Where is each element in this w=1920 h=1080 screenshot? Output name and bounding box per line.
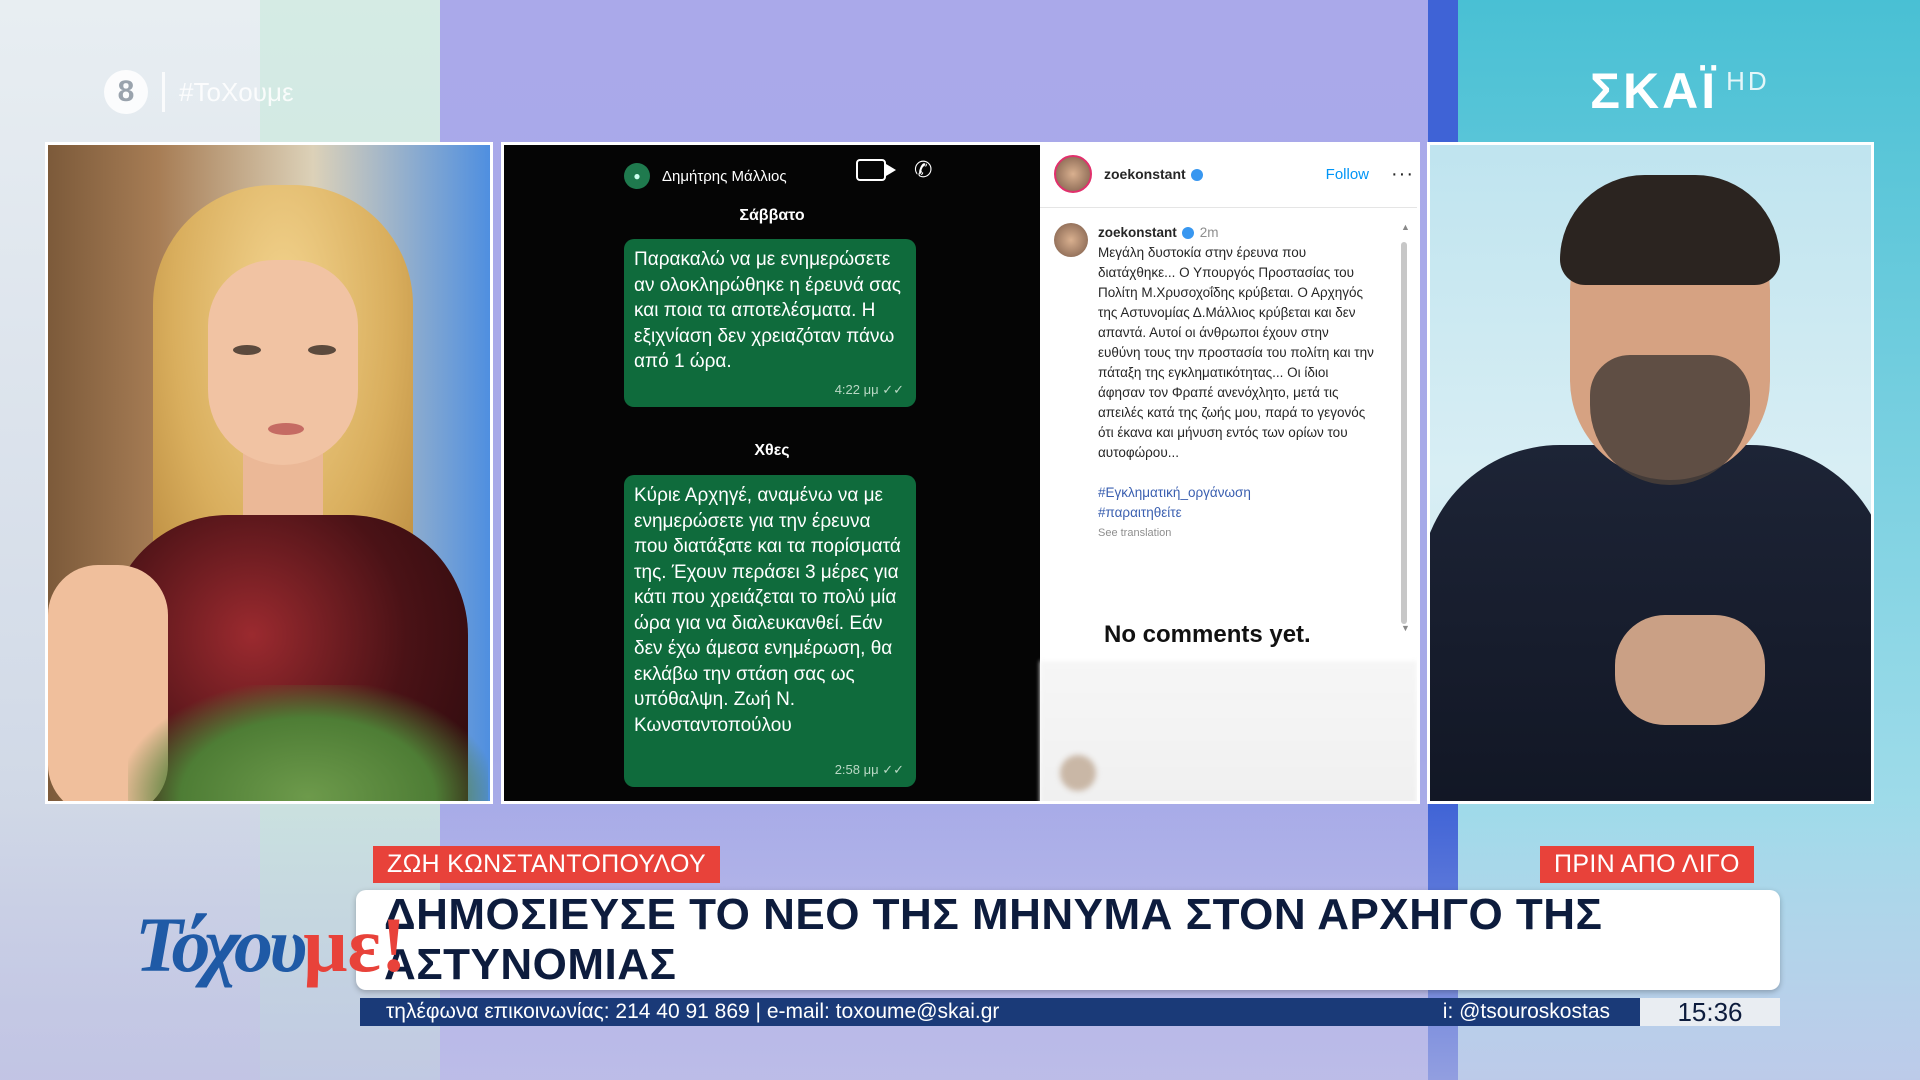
post-header: zoekonstant Follow ···	[1054, 155, 1414, 193]
show-hashtag: #ΤοΧουμε	[179, 76, 294, 107]
info-ticker: τηλέφωνα επικοινωνίας: 214 40 91 869 | e…	[360, 997, 1780, 1027]
studio-plant	[128, 685, 488, 801]
message-bubble: Κύριε Αρχηγέ, αναμένω να με ενημερώσετε …	[624, 475, 916, 787]
video-camera-icon[interactable]	[856, 159, 896, 181]
post-caption-block: zoekonstant 2m Μεγάλη δυστοκία στην έρευν…	[1054, 223, 1374, 543]
caption-text: Μεγάλη δυστοκία στην έρευνα που διατάχθη…	[1098, 245, 1374, 460]
see-translation-link[interactable]: See translation	[1098, 523, 1374, 543]
guest-hand	[1615, 615, 1765, 725]
show-logo: Τόχουμε!	[135, 900, 407, 990]
caption-avatar[interactable]	[1054, 223, 1088, 257]
headline-text: ΔΗΜΟΣΙΕΥΣΕ ΤΟ ΝΕΟ ΤΗΣ ΜΗΝΥΜΑ ΣΤΟΝ ΑΡΧΗΓΟ…	[384, 890, 1603, 989]
hashtag-link[interactable]: #Εγκληματική_οργάνωση	[1098, 483, 1374, 503]
social-handle: i: @tsouroskostas	[1442, 1000, 1610, 1023]
scroll-up-icon[interactable]: ▲	[1401, 223, 1410, 232]
logo-divider	[162, 72, 165, 112]
message-bubble: Παρακαλώ να με ενημερώσετε αν ολοκληρώθη…	[624, 239, 916, 407]
blurred-avatar	[1060, 755, 1096, 791]
network-logo: ΣΚΑΪ HD	[1590, 62, 1770, 120]
presenter-eye-left	[233, 345, 261, 355]
scroll-down-icon[interactable]: ▼	[1401, 624, 1410, 633]
show-logo-main: Τόχου	[135, 901, 307, 988]
scrollbar-thumb[interactable]	[1401, 242, 1407, 624]
contact-avatar-icon: ●	[624, 163, 650, 189]
phone-icon[interactable]: ✆	[914, 159, 936, 181]
message-time: 4:22 μμ ✓✓	[834, 381, 904, 397]
right-video-feed	[1427, 142, 1874, 804]
on-air-clock: 15:36	[1640, 997, 1780, 1027]
message-text: Παρακαλώ να με ενημερώσετε αν ολοκληρώθη…	[634, 249, 901, 372]
caption-body: zoekonstant 2m Μεγάλη δυστοκία στην έρευν…	[1098, 223, 1374, 543]
presenter-lips	[268, 423, 304, 435]
name-tag: ΖΩΗ ΚΩΝΣΤΑΝΤΟΠΟΥΛΟΥ	[373, 846, 720, 883]
guest-hair	[1560, 175, 1780, 285]
follow-button[interactable]: Follow	[1326, 166, 1369, 183]
network-name: ΣΚΑΪ	[1590, 63, 1719, 119]
more-options-icon[interactable]: ···	[1391, 163, 1414, 186]
presenter-eye-right	[308, 345, 336, 355]
show-logo-accent: με!	[303, 901, 407, 988]
blurred-actions-area	[1040, 661, 1417, 801]
message-time: 2:58 μμ ✓✓	[834, 761, 904, 777]
channel-watermark: 8 #ΤοΧουμε	[104, 70, 294, 114]
whatsapp-chat: ● Δημήτρης Μάλλιος ✆ Σάββατο Παρακαλώ να…	[504, 145, 1040, 801]
profile-username[interactable]: zoekonstant	[1104, 166, 1203, 182]
comments-scrollbar[interactable]: ▲ ▼	[1401, 223, 1410, 633]
hashtag-link[interactable]: #παραιτηθείτε	[1098, 503, 1374, 523]
time-tag: ΠΡΙΝ ΑΠΟ ΛΙΓΟ	[1540, 846, 1754, 883]
profile-avatar[interactable]	[1054, 155, 1092, 193]
message-text: Κύριε Αρχηγέ, αναμένω να με ενημερώσετε …	[634, 485, 901, 736]
no-comments-text: No comments yet.	[1104, 621, 1311, 648]
left-video-feed	[45, 142, 493, 804]
verified-badge-icon	[1181, 227, 1194, 240]
chat-header: ● Δημήτρης Μάλλιος	[624, 163, 787, 189]
day-separator: Σάββατο	[739, 207, 805, 224]
headline-bar: ΔΗΜΟΣΙΕΥΣΕ ΤΟ ΝΕΟ ΤΗΣ ΜΗΝΥΜΑ ΣΤΟΝ ΑΡΧΗΓΟ…	[356, 890, 1780, 990]
contact-name: Δημήτρης Μάλλιος	[662, 167, 787, 185]
chat-actions: ✆	[856, 159, 936, 181]
day-separator: Χθες	[754, 442, 790, 459]
instagram-post: zoekonstant Follow ··· zoekonstant 2m Μεγ…	[1040, 145, 1417, 801]
screenshot-display: ● Δημήτρης Μάλλιος ✆ Σάββατο Παρακαλώ να…	[501, 142, 1420, 804]
header-divider	[1040, 207, 1417, 208]
caption-username[interactable]: zoekonstant 2m	[1098, 225, 1219, 240]
verified-badge-icon	[1190, 169, 1203, 182]
contact-line: τηλέφωνα επικοινωνίας: 214 40 91 869 | e…	[386, 1000, 1000, 1023]
network-suffix: HD	[1726, 66, 1770, 97]
post-age: 2m	[1199, 225, 1219, 240]
channel-number-logo: 8	[104, 70, 148, 114]
